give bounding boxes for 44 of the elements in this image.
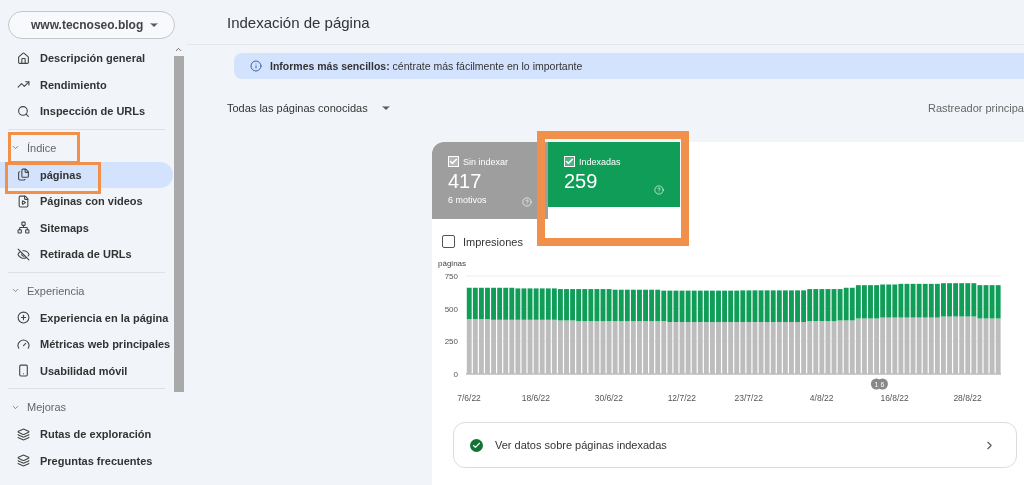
nav-item[interactable]: Descripción general <box>0 45 173 72</box>
x-tick-label: 28/8/22 <box>953 393 982 403</box>
nav-item[interactable]: Retirada de URLs <box>0 241 173 268</box>
tile-value: 417 <box>448 170 482 193</box>
x-tick-label: 30/6/22 <box>594 393 624 403</box>
tile-label: Sin indexar <box>463 156 509 167</box>
nav-section-header[interactable]: Mejoras <box>0 393 173 421</box>
y-axis-label: páginas <box>438 259 467 268</box>
nav-item[interactable]: Experiencia en la página <box>0 304 173 331</box>
y-tick-label: 750 <box>444 272 458 281</box>
x-tick-label: 18/6/22 <box>521 393 551 403</box>
nav-section-header[interactable]: Índice <box>0 133 173 162</box>
nav-item[interactable]: Rutas de exploración <box>0 421 173 448</box>
section-title: Experiencia <box>27 284 85 297</box>
x-tick-label: 7/6/22 <box>457 393 481 403</box>
y-tick-label: 500 <box>444 304 458 314</box>
checkbox-label: Impresiones <box>463 235 523 248</box>
x-tick-label: 16/8/22 <box>880 393 909 403</box>
status-tile[interactable]: Indexadas 259 <box>548 142 680 207</box>
y-tick-label: 250 <box>444 337 458 347</box>
x-tick-label: 12/7/22 <box>667 393 696 403</box>
nav-item[interactable]: páginas <box>0 161 173 188</box>
nav-item[interactable]: Usabilidad móvil <box>0 357 173 384</box>
banner-text: Informes más sencillos: céntrate más fácilmente en lo importante <box>270 60 583 72</box>
nav-section-header[interactable]: Experiencia <box>0 276 173 305</box>
property-selector[interactable]: www.tecnoseo.blog <box>8 11 175 39</box>
nav-item[interactable]: Páginas con videos <box>0 188 173 215</box>
y-tick-label: 0 <box>453 370 458 379</box>
section-title: Mejoras <box>27 401 67 413</box>
tile-subtext: 6 motivos <box>448 195 487 205</box>
tile-value: 259 <box>564 170 598 193</box>
nav-item[interactable]: Preguntas frecuentes <box>0 447 173 474</box>
details-link-card[interactable]: Ver datos sobre páginas indexadas <box>453 422 1017 468</box>
nav-item[interactable]: Métricas web principales <box>0 331 173 358</box>
x-tick-label: 23/7/22 <box>734 393 763 403</box>
nav-item[interactable]: Inspección de URLs <box>0 98 173 125</box>
section-title: Índice <box>27 141 57 154</box>
page-title: Indexación de página <box>187 0 1024 45</box>
x-tick-label: 4/8/22 <box>809 393 834 403</box>
crawler-label: Rastreador principa <box>928 102 1024 114</box>
page-filter-dropdown[interactable]: Todas las páginas conocidas <box>227 102 392 114</box>
nav-item[interactable]: Sitemaps <box>0 214 173 241</box>
nav-item[interactable]: Rendimiento <box>0 71 173 98</box>
tile-label: Indexadas <box>579 156 621 167</box>
